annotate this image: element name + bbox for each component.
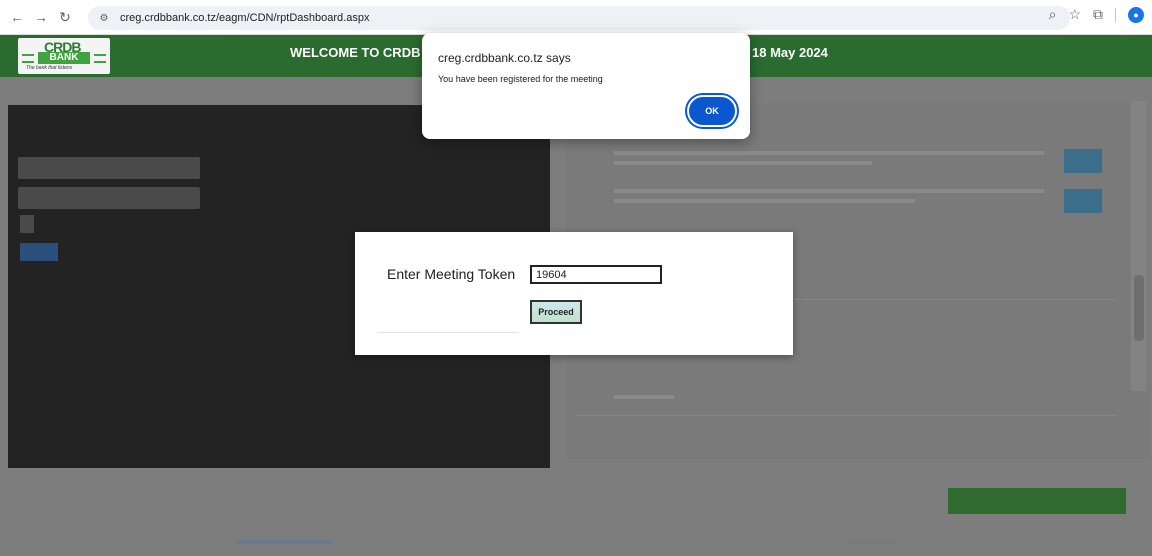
- zoom-icon[interactable]: ⌕: [1049, 6, 1057, 23]
- alert-title: creg.crdbbank.co.tz says: [438, 51, 571, 65]
- crdb-logo: CRDB BANK The bank that listens: [18, 38, 110, 74]
- dim-vote-button-2: [1064, 189, 1102, 213]
- back-icon[interactable]: ←: [6, 6, 28, 28]
- forward-icon[interactable]: →: [30, 6, 52, 28]
- dim-green-button: [948, 488, 1126, 514]
- proceed-button[interactable]: Proceed: [530, 300, 582, 324]
- logo-tagline: The bank that listens: [26, 65, 73, 71]
- browser-toolbar: ← → ↻ ⚙ creg.crdbbank.co.tz/eagm/CDN/rpt…: [0, 0, 1152, 35]
- dim-link-right: [850, 540, 894, 544]
- dim-link-left: [236, 540, 332, 544]
- dim-vote-button-1: [1064, 149, 1102, 173]
- welcome-title: WELCOME TO CRDB: [290, 45, 421, 60]
- ok-button[interactable]: OK: [687, 95, 737, 127]
- logo-bars-right: [94, 54, 106, 63]
- header-date: 18 May 2024: [752, 45, 828, 60]
- scrollbar[interactable]: [1131, 101, 1147, 391]
- toolbar-divider: [1115, 7, 1116, 22]
- url-text: creg.crdbbank.co.tz/eagm/CDN/rptDashboar…: [120, 12, 370, 24]
- scroll-thumb[interactable]: [1134, 275, 1144, 341]
- dim-field-1: [18, 157, 200, 179]
- profile-icon[interactable]: ●: [1128, 6, 1144, 23]
- bookmark-star-icon[interactable]: ☆: [1068, 6, 1081, 23]
- site-settings-icon[interactable]: ⚙: [96, 10, 112, 26]
- reload-icon[interactable]: ↻: [54, 6, 76, 28]
- alert-message: You have been registered for the meeting: [438, 74, 603, 84]
- token-label: Enter Meeting Token: [387, 266, 516, 282]
- meeting-token-modal: Enter Meeting Token Proceed: [355, 232, 793, 355]
- dim-divider-2: [576, 415, 1116, 416]
- dim-checkbox: [20, 215, 34, 233]
- extensions-icon[interactable]: ⧉: [1093, 6, 1103, 23]
- logo-bars-left: [22, 54, 34, 63]
- browser-alert-dialog: creg.crdbbank.co.tz says You have been r…: [422, 33, 750, 139]
- modal-divider: [377, 332, 519, 333]
- dim-button: [20, 243, 58, 261]
- dim-field-2: [18, 187, 200, 209]
- logo-bank-text: BANK: [38, 52, 90, 64]
- token-input[interactable]: [530, 265, 662, 284]
- address-bar[interactable]: ⚙ creg.crdbbank.co.tz/eagm/CDN/rptDashbo…: [88, 6, 1070, 30]
- dim-label: [614, 395, 674, 425]
- dim-agenda-row-1: [614, 151, 1044, 181]
- dim-agenda-row-2: [614, 189, 1044, 219]
